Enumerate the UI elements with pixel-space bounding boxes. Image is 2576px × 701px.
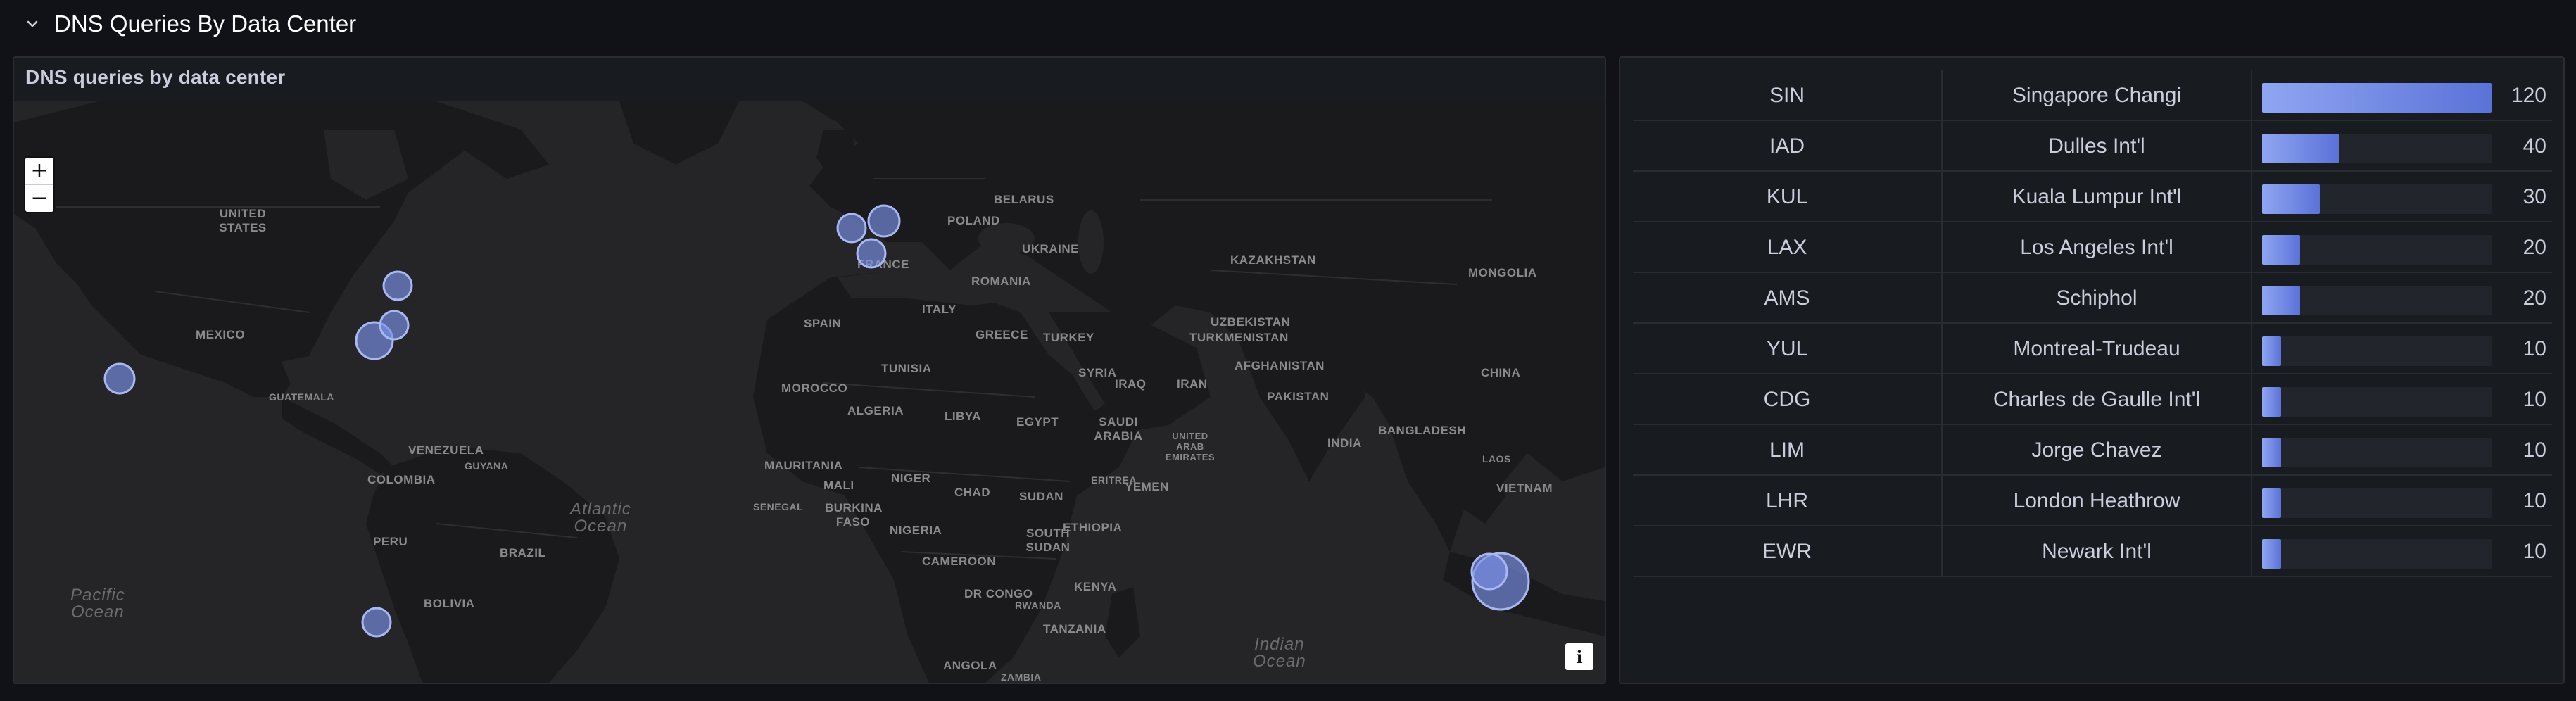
cell-gauge: 20 [2252,222,2552,273]
cell-name: Schiphol [1943,273,2252,324]
gauge-fill [2262,438,2281,467]
cell-code: LAX [1633,222,1943,273]
cell-code: IAD [1633,121,1943,172]
table-panel: SIN Singapore Changi 120 IAD Dulles Int'l 40 K… [1619,56,2565,684]
gauge-value: 10 [2523,337,2546,360]
gauge-value: 20 [2523,236,2546,259]
gauge-value: 20 [2523,286,2546,310]
table-row: EWR Newark Int'l 10 [1633,526,2552,577]
cell-gauge: 10 [2252,425,2552,476]
gauge-track [2262,286,2492,315]
table-row: IAD Dulles Int'l 40 [1633,121,2552,172]
marker-yul[interactable] [382,270,413,301]
row-header[interactable]: DNS Queries By Data Center [0,0,2576,49]
cell-name: Montreal-Trudeau [1943,324,2252,374]
marker-lax[interactable] [103,362,136,395]
zoom-control: + − [25,158,53,212]
map-markers [103,204,1530,638]
cell-gauge: 20 [2252,273,2552,324]
table-row: LIM Jorge Chavez 10 [1633,425,2552,476]
cell-name: London Heathrow [1943,476,2252,526]
gauge-value: 30 [2523,185,2546,208]
marker-ewr[interactable] [379,310,410,341]
cell-name: Newark Int'l [1943,526,2252,577]
cell-code: LHR [1633,476,1943,526]
marker-ams[interactable] [867,204,901,238]
gauge-fill [2262,286,2300,315]
gauge-value: 10 [2523,388,2546,411]
cell-gauge: 40 [2252,121,2552,172]
cell-code: YUL [1633,324,1943,374]
panel-title[interactable]: DNS queries by data center [25,66,285,89]
table-row: KUL Kuala Lumpur Int'l 30 [1633,172,2552,222]
gauge-value: 120 [2511,84,2546,107]
marker-cdg[interactable] [856,238,887,269]
row-title[interactable]: DNS Queries By Data Center [54,8,356,39]
gauge-value: 10 [2523,438,2546,462]
gauge-track [2262,488,2492,518]
zoom-in-button[interactable]: + [25,158,53,184]
gauge-fill [2262,539,2281,569]
gauge-track [2262,387,2492,417]
cell-name: Jorge Chavez [1943,425,2252,476]
gauge-track [2262,134,2492,163]
gauge-fill [2262,488,2281,518]
gauge-value: 40 [2523,134,2546,158]
attribution-info-button[interactable]: i [1565,643,1593,670]
cell-gauge: 10 [2252,324,2552,374]
gauge-track [2262,184,2492,214]
cell-code: SIN [1633,70,1943,121]
marker-lim[interactable] [361,607,392,638]
gauge-value: 10 [2523,540,2546,563]
gauge-track [2262,83,2492,113]
table-row: SIN Singapore Changi 120 [1633,70,2552,121]
table-row: YUL Montreal-Trudeau 10 [1633,324,2552,374]
gauge-fill [2262,83,2492,113]
cell-code: LIM [1633,425,1943,476]
cell-gauge: 10 [2252,476,2552,526]
cell-gauge: 30 [2252,172,2552,222]
table-row: LAX Los Angeles Int'l 20 [1633,222,2552,273]
marker-kul[interactable] [1470,552,1508,591]
cell-code: AMS [1633,273,1943,324]
gauge-fill [2262,336,2281,366]
world-map[interactable]: UNITED STATES MEXICO GUATEMALA VENEZUELA… [14,101,1605,683]
cell-code: CDG [1633,374,1943,425]
gauge-fill [2262,235,2300,265]
table-row: CDG Charles de Gaulle Int'l 10 [1633,374,2552,425]
cell-gauge: 10 [2252,526,2552,577]
cell-gauge: 120 [2252,70,2552,121]
marker-lhr[interactable] [836,213,867,244]
table-row: LHR London Heathrow 10 [1633,476,2552,526]
gauge-track [2262,336,2492,366]
table-row: AMS Schiphol 20 [1633,273,2552,324]
chevron-down-icon[interactable] [24,15,41,32]
zoom-out-button[interactable]: − [25,184,53,212]
cell-name: Charles de Gaulle Int'l [1943,374,2252,425]
map-panel: DNS queries by data center UNITED STATES… [13,56,1606,684]
cell-gauge: 10 [2252,374,2552,425]
cell-name: Singapore Changi [1943,70,2252,121]
gauge-fill [2262,387,2281,417]
gauge-track [2262,539,2492,569]
cell-code: EWR [1633,526,1943,577]
gauge-fill [2262,184,2320,214]
gauge-track [2262,235,2492,265]
gauge-track [2262,438,2492,467]
cell-code: KUL [1633,172,1943,222]
cell-name: Dulles Int'l [1943,121,2252,172]
gauge-value: 10 [2523,489,2546,512]
cell-name: Los Angeles Int'l [1943,222,2252,273]
gauge-fill [2262,134,2339,163]
cell-name: Kuala Lumpur Int'l [1943,172,2252,222]
